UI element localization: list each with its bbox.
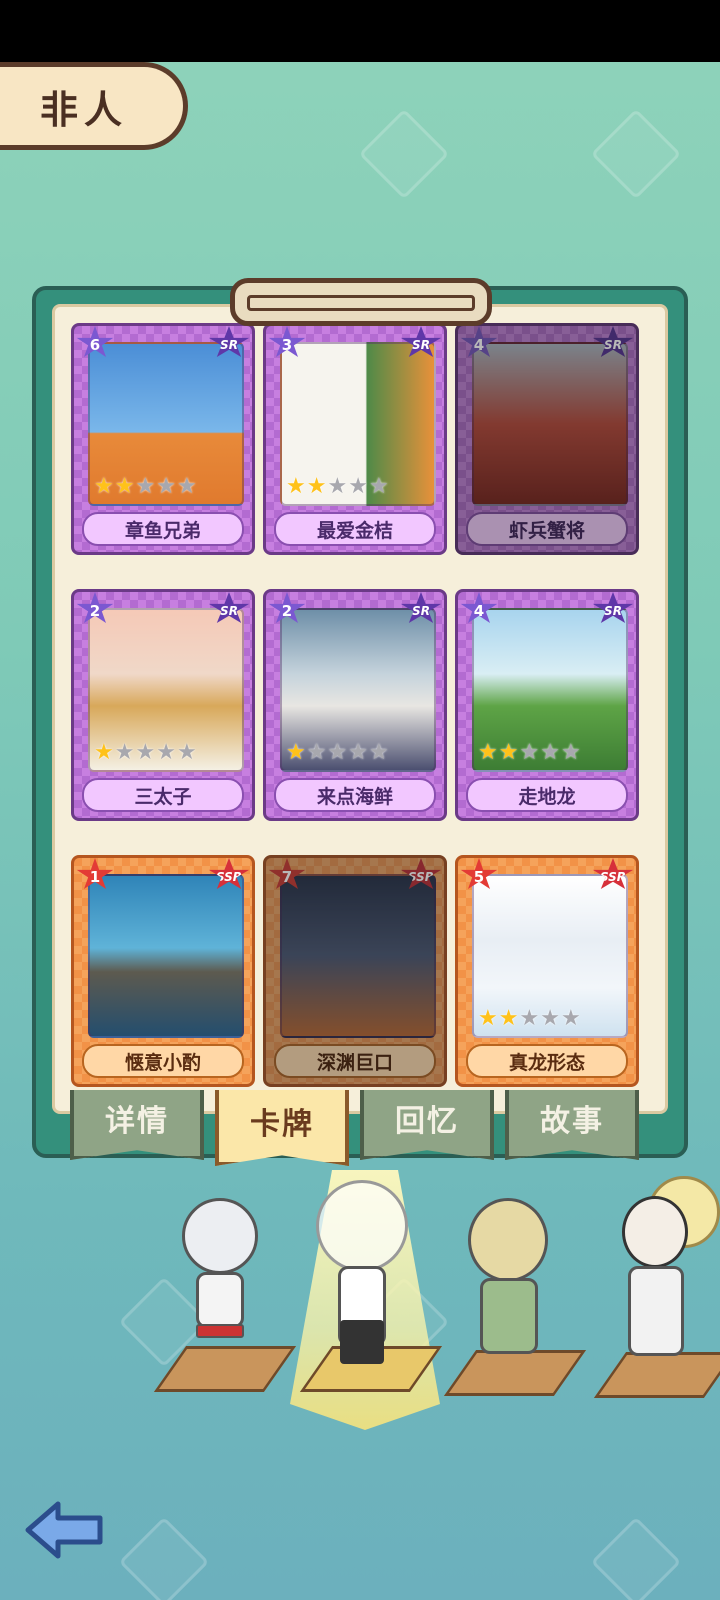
clipboard-clip [230,278,492,326]
star-icon: ★ [348,740,368,765]
card-9[interactable]: 5 SSR ★ ★ ★ ★ ★ 真龙形态 [455,855,639,1087]
bottom-tab-bar: 详情 卡牌 回忆 故事 [70,1090,650,1166]
star-icon: ★ [519,1006,540,1031]
background-tile [590,108,682,200]
star-rating: ★ ★ ★ ★ ★ [286,476,389,498]
star-rating: ★ ★ ★ ★ ★ [478,742,581,764]
category-tab[interactable]: 非人 [0,62,188,150]
card-1[interactable]: 6 SR ★ ★ ★ ★ ★ 章鱼兄弟 [71,323,255,555]
card-name: 惬意小酌 [82,1044,244,1078]
star-icon: ★ [94,474,114,499]
status-bar [0,0,720,62]
tab-story[interactable]: 故事 [505,1090,639,1160]
tab-cards[interactable]: 卡牌 [215,1090,349,1166]
character-man-with-drink[interactable] [593,1176,720,1406]
star-icon: ★ [368,474,389,499]
card-7[interactable]: 1 SSR 惬意小酌 [71,855,255,1087]
card-art [472,342,628,506]
tab-memories[interactable]: 回忆 [360,1090,494,1160]
star-icon: ★ [306,474,327,499]
star-icon: ★ [327,740,348,765]
star-icon: ★ [156,474,176,499]
character-rabbit-girl[interactable] [443,1174,587,1404]
card-8[interactable]: 7 SSR 深渊巨口 [263,855,447,1087]
card-name: 深渊巨口 [274,1044,436,1078]
star-rating: ★ ★ ★ ★ ★ [94,476,197,498]
card-art [280,874,436,1038]
star-icon: ★ [540,1006,560,1031]
star-icon: ★ [156,740,176,765]
character-wolf-girl[interactable] [153,1198,297,1408]
star-icon: ★ [540,740,560,765]
star-icon: ★ [286,740,306,765]
back-arrow-icon[interactable] [24,1498,108,1562]
star-icon: ★ [560,740,581,765]
category-label: 非人 [40,87,129,132]
character-dragon-selected[interactable] [296,1170,443,1400]
star-icon: ★ [498,1006,519,1031]
card-art [88,874,244,1038]
card-5[interactable]: 2 SR ★ ★ ★ ★ ★ 来点海鲜 [263,589,447,821]
star-icon: ★ [498,740,519,765]
star-icon: ★ [176,740,197,765]
tab-details[interactable]: 详情 [70,1090,204,1160]
card-name: 走地龙 [466,778,628,812]
star-rating: ★ ★ ★ ★ ★ [286,742,389,764]
star-icon: ★ [286,474,306,499]
card-2[interactable]: 3 SR ★ ★ ★ ★ ★ 最爱金桔 [263,323,447,555]
star-icon: ★ [306,740,327,765]
card-name: 真龙形态 [466,1044,628,1078]
card-name: 三太子 [82,778,244,812]
star-icon: ★ [94,740,114,765]
star-icon: ★ [519,740,540,765]
star-icon: ★ [348,474,368,499]
star-icon: ★ [114,474,135,499]
star-icon: ★ [114,740,135,765]
star-rating: ★ ★ ★ ★ ★ [94,742,197,764]
star-icon: ★ [560,1006,581,1031]
star-icon: ★ [368,740,389,765]
background-tile [118,1516,210,1600]
card-name: 章鱼兄弟 [82,512,244,546]
card-name: 来点海鲜 [274,778,436,812]
star-icon: ★ [327,474,348,499]
star-icon: ★ [176,474,197,499]
card-6[interactable]: 4 SR ★ ★ ★ ★ ★ 走地龙 [455,589,639,821]
background-tile [590,1516,682,1600]
card-4[interactable]: 2 SR ★ ★ ★ ★ ★ 三太子 [71,589,255,821]
star-icon: ★ [135,740,156,765]
star-icon: ★ [135,474,156,499]
card-name: 虾兵蟹将 [466,512,628,546]
background-tile [358,108,450,200]
star-icon: ★ [478,1006,498,1031]
star-icon: ★ [478,740,498,765]
card-3[interactable]: 4 SR 虾兵蟹将 [455,323,639,555]
card-grid: 6 SR ★ ★ ★ ★ ★ 章鱼兄弟 3 SR ★ ★ ★ ★ ★ 最爱金桔 4 SR 虾兵蟹将 2 SR ★ ★ ★ ★ ★ 三… [52,304,668,1114]
card-name: 最爱金桔 [274,512,436,546]
star-rating: ★ ★ ★ ★ ★ [478,1008,581,1030]
